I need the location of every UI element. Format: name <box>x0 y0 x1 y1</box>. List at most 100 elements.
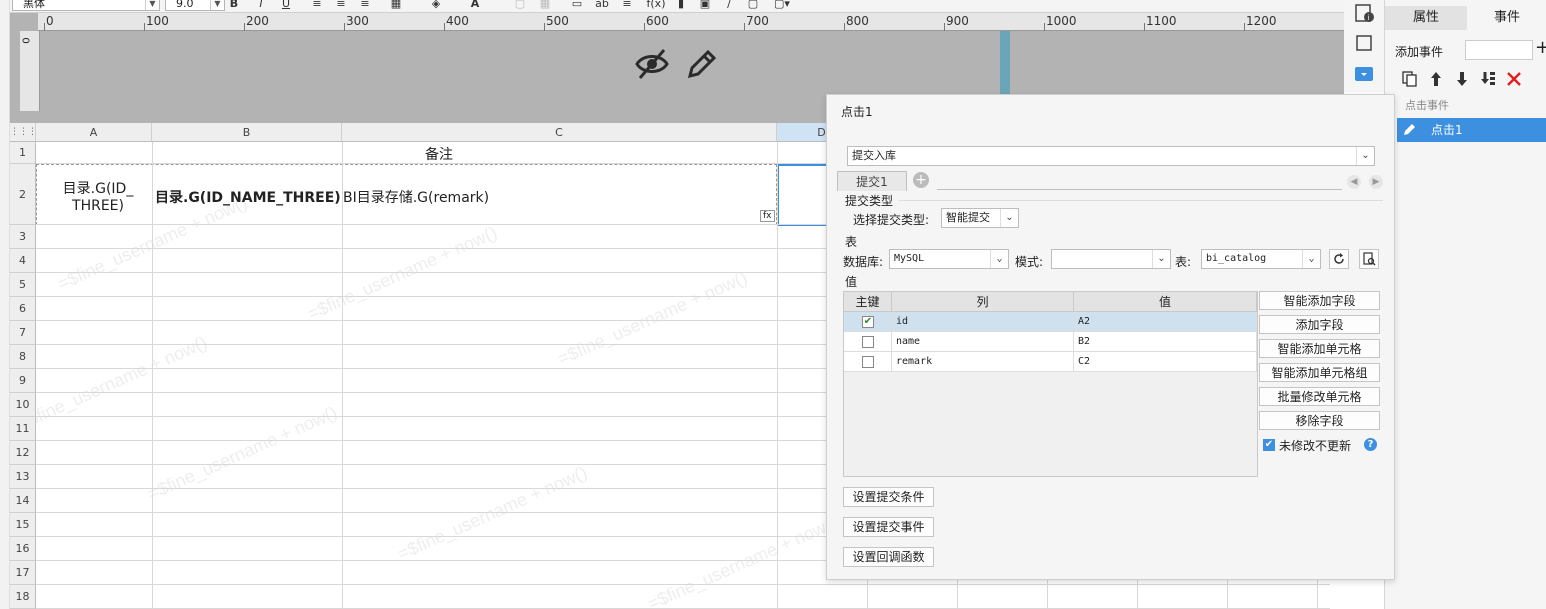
align-center-icon[interactable]: ≡ <box>334 0 348 10</box>
action-type-select[interactable]: 提交入库 ⌄ <box>847 146 1375 166</box>
row-header[interactable]: 1 <box>10 142 36 164</box>
add-field-button[interactable]: 添加字段 <box>1259 315 1380 334</box>
row-header[interactable]: 5 <box>10 273 36 297</box>
align-right-icon[interactable]: ≡ <box>358 0 372 10</box>
table-select[interactable]: bi_catalog ⌄ <box>1201 249 1321 269</box>
row-header[interactable]: 10 <box>10 393 36 417</box>
row-header[interactable]: 2 <box>10 164 36 225</box>
value-cell[interactable]: B2 <box>1074 332 1257 352</box>
tab-submit1[interactable]: 提交1 <box>837 171 907 191</box>
hide-icon[interactable] <box>634 46 670 82</box>
set-submit-event-button[interactable]: 设置提交事件 <box>843 517 934 537</box>
col-header-key[interactable]: 主键 <box>844 292 892 312</box>
set-callback-button[interactable]: 设置回调函数 <box>843 547 934 567</box>
table-section: 表 <box>845 235 858 249</box>
font-family-select[interactable]: 黑体 ▼ <box>12 0 160 11</box>
font-color-icon[interactable]: A <box>465 0 485 10</box>
formula-icon[interactable]: f(x) <box>646 0 666 10</box>
delete-icon[interactable] <box>1505 70 1523 88</box>
smart-add-cell-group-button[interactable]: 智能添加单元格组 <box>1259 363 1380 382</box>
page-info-icon[interactable]: i <box>1352 2 1376 24</box>
move-bottom-icon[interactable] <box>1479 70 1497 88</box>
row-header[interactable]: 3 <box>10 225 36 249</box>
unmerge-icon[interactable]: ▦ <box>538 0 552 10</box>
row-header[interactable]: 16 <box>10 537 36 561</box>
key-checkbox[interactable] <box>862 356 874 368</box>
text-icon[interactable]: ▭ <box>570 0 584 10</box>
widget-icon[interactable] <box>1352 63 1376 85</box>
tab-prev-icon[interactable]: ◀ <box>1347 175 1361 189</box>
row-header[interactable]: 13 <box>10 465 36 489</box>
more-icon[interactable]: ▢▾ <box>772 0 792 10</box>
edit-icon[interactable] <box>684 46 720 82</box>
row-header[interactable]: 7 <box>10 321 36 345</box>
smart-add-field-button[interactable]: 智能添加字段 <box>1259 291 1380 310</box>
add-tab-icon[interactable]: + <box>913 172 929 188</box>
italic-button[interactable]: I <box>255 0 267 10</box>
set-submit-condition-button[interactable]: 设置提交条件 <box>843 487 934 507</box>
remove-field-button[interactable]: 移除字段 <box>1259 411 1380 430</box>
event-item-click1[interactable]: 点击1 <box>1397 118 1546 142</box>
column-header-c[interactable]: C <box>342 123 777 142</box>
table-row[interactable]: remark C2 <box>844 352 1257 372</box>
refresh-button[interactable] <box>1329 249 1349 269</box>
cell-c1[interactable]: 备注 <box>425 144 453 164</box>
help-icon[interactable]: ? <box>1364 438 1377 451</box>
fill-color-icon[interactable]: ◈ <box>426 0 446 10</box>
column-cell[interactable]: remark <box>892 352 1074 372</box>
row-header[interactable]: 12 <box>10 441 36 465</box>
move-up-icon[interactable] <box>1427 70 1445 88</box>
ruler-label: 500 <box>546 14 569 28</box>
merge-icon[interactable]: ▢ <box>513 0 527 10</box>
value-cell[interactable]: C2 <box>1074 352 1257 372</box>
paragraph-icon[interactable]: ≡ <box>620 0 634 10</box>
clear-icon[interactable]: ∕ <box>722 0 736 10</box>
add-event-button[interactable]: + <box>1535 37 1546 58</box>
border-icon[interactable]: ▦ <box>386 0 406 10</box>
column-header-a[interactable]: A <box>36 123 152 142</box>
font-size-select[interactable]: 9.0 ▼ <box>165 0 225 11</box>
row-header[interactable]: 4 <box>10 249 36 273</box>
no-update-checkbox[interactable]: ✔ <box>1263 439 1275 451</box>
underline-button[interactable]: U <box>280 0 292 10</box>
row-header[interactable]: 15 <box>10 513 36 537</box>
align-left-icon[interactable]: ≡ <box>310 0 324 10</box>
batch-modify-cell-button[interactable]: 批量修改单元格 <box>1259 387 1380 406</box>
abc-button[interactable]: ab <box>595 0 609 10</box>
add-event-select[interactable] <box>1465 40 1533 60</box>
preview-table-button[interactable] <box>1359 249 1379 269</box>
col-header-column[interactable]: 列 <box>892 292 1074 312</box>
database-select[interactable]: MySQL ⌄ <box>889 249 1009 269</box>
move-down-icon[interactable] <box>1453 70 1471 88</box>
table-row[interactable]: ✔ id A2 <box>844 312 1257 332</box>
smart-add-cell-button[interactable]: 智能添加单元格 <box>1259 339 1380 358</box>
value-cell[interactable]: A2 <box>1074 312 1257 332</box>
row-header[interactable]: 9 <box>10 369 36 393</box>
col-header-value[interactable]: 值 <box>1074 292 1257 312</box>
bold-button[interactable]: B <box>228 0 240 10</box>
grid-line <box>342 142 343 609</box>
select-all-corner[interactable]: ⋮⋮⋮ <box>10 123 37 142</box>
row-header[interactable]: 8 <box>10 345 36 369</box>
table-row[interactable]: name B2 <box>844 332 1257 352</box>
column-cell[interactable]: name <box>892 332 1074 352</box>
tab-events[interactable]: 事件 <box>1467 6 1546 30</box>
row-header[interactable]: 11 <box>10 417 36 441</box>
sub-report-icon[interactable]: ▢ <box>746 0 760 10</box>
key-checkbox[interactable]: ✔ <box>862 316 874 328</box>
submit-type-select[interactable]: 智能提交 ⌄ <box>941 208 1019 228</box>
row-header[interactable]: 17 <box>10 561 36 585</box>
key-checkbox[interactable] <box>862 336 874 348</box>
tab-next-icon[interactable]: ▶ <box>1369 175 1383 189</box>
column-cell[interactable]: id <box>892 312 1074 332</box>
chart-icon[interactable]: ▮ <box>674 0 688 10</box>
row-header[interactable]: 6 <box>10 297 36 321</box>
frame-icon[interactable] <box>1352 32 1376 54</box>
row-header[interactable]: 18 <box>10 585 36 609</box>
copy-icon[interactable] <box>1401 70 1419 88</box>
tab-properties[interactable]: 属性 <box>1385 6 1467 30</box>
row-header[interactable]: 14 <box>10 489 36 513</box>
column-header-b[interactable]: B <box>152 123 342 142</box>
image-icon[interactable]: ▣ <box>698 0 712 10</box>
schema-select[interactable]: ⌄ <box>1051 249 1171 269</box>
